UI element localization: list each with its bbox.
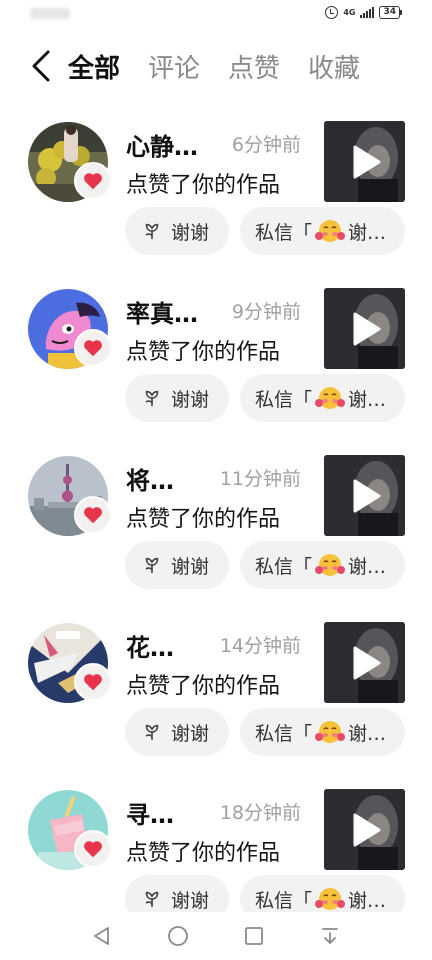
message-prefix: 私信「	[255, 221, 313, 244]
message-suffix: 谢…	[348, 889, 387, 912]
message-suffix: 谢…	[348, 555, 387, 578]
recents-square-icon[interactable]	[242, 924, 266, 948]
action-text: 点赞了你的作品	[126, 340, 281, 365]
status-bar: 4G 34	[0, 0, 432, 28]
blush-emoji-icon	[315, 387, 346, 409]
heart-badge	[74, 162, 112, 200]
heart-icon	[84, 841, 102, 858]
user-name[interactable]: 寻…	[126, 795, 174, 830]
blush-emoji-icon	[315, 721, 346, 743]
avatar[interactable]	[28, 790, 112, 870]
play-icon	[353, 145, 381, 179]
message-prefix: 私信「	[255, 889, 313, 912]
blush-emoji-icon	[315, 888, 346, 910]
video-thumbnail[interactable]	[324, 789, 405, 870]
avatar[interactable]	[28, 122, 112, 202]
list-item[interactable]: 心静… 6分钟前 点赞了你的作品 谢谢 私信「 谢…	[0, 110, 432, 277]
heart-icon	[84, 507, 102, 524]
quick-message-button[interactable]: 私信「 谢…	[240, 708, 405, 756]
system-nav-bar	[0, 912, 432, 960]
alarm-icon	[325, 6, 339, 19]
heart-icon	[84, 340, 102, 357]
avatar[interactable]	[28, 456, 112, 536]
list-item[interactable]: 率真… 9分钟前 点赞了你的作品 谢谢 私信「 谢…	[0, 277, 432, 444]
video-thumbnail[interactable]	[324, 288, 405, 369]
thanks-button[interactable]: 谢谢	[125, 708, 229, 756]
list-item[interactable]: 花… 14分钟前 点赞了你的作品 谢谢 私信「 谢…	[0, 611, 432, 778]
action-text: 点赞了你的作品	[126, 674, 281, 699]
battery-level: 34	[379, 6, 400, 19]
heart-icon	[84, 674, 102, 691]
message-prefix: 私信「	[255, 722, 313, 745]
battery-icon: 34	[379, 6, 402, 19]
action-text: 点赞了你的作品	[126, 841, 281, 866]
play-icon	[353, 646, 381, 680]
video-thumbnail[interactable]	[324, 455, 405, 536]
notification-pull-icon[interactable]	[318, 924, 342, 948]
user-name[interactable]: 花…	[126, 628, 174, 663]
header: 全部 评论 点赞 收藏	[0, 40, 432, 92]
message-prefix: 私信「	[255, 555, 313, 578]
chevron-left-icon[interactable]	[24, 46, 64, 86]
back-triangle-icon[interactable]	[90, 924, 114, 948]
network-label: 4G	[343, 7, 356, 17]
user-name[interactable]: 将…	[126, 461, 174, 496]
action-text: 点赞了你的作品	[126, 507, 281, 532]
quick-message-button[interactable]: 私信「 谢…	[240, 374, 405, 422]
message-prefix: 私信「	[255, 388, 313, 411]
user-name[interactable]: 心静…	[126, 127, 198, 162]
heart-icon	[84, 173, 102, 190]
avatar[interactable]	[28, 289, 112, 369]
list-item[interactable]: 寻… 18分钟前 点赞了你的作品 谢谢 私信「 谢…	[0, 778, 432, 918]
flower-icon	[145, 557, 159, 574]
tab-all[interactable]: 全部	[68, 48, 120, 85]
video-thumbnail[interactable]	[324, 622, 405, 703]
thanks-button[interactable]: 谢谢	[125, 374, 229, 422]
thanks-label: 谢谢	[171, 221, 210, 244]
blush-emoji-icon	[315, 220, 346, 242]
thanks-label: 谢谢	[171, 889, 210, 912]
flower-icon	[145, 223, 159, 240]
tab-comments[interactable]: 评论	[148, 48, 200, 85]
play-icon	[353, 479, 381, 513]
thanks-button[interactable]: 谢谢	[125, 541, 229, 589]
thanks-button[interactable]: 谢谢	[125, 207, 229, 255]
blush-emoji-icon	[315, 554, 346, 576]
heart-badge	[74, 329, 112, 367]
video-thumbnail[interactable]	[324, 121, 405, 202]
notification-feed[interactable]: 心静… 6分钟前 点赞了你的作品 谢谢 私信「 谢… 率真… 9分钟前 点赞了你…	[0, 110, 432, 918]
list-item[interactable]: 将… 11分钟前 点赞了你的作品 谢谢 私信「 谢…	[0, 444, 432, 611]
timestamp: 18分钟前	[219, 802, 301, 824]
message-suffix: 谢…	[348, 722, 387, 745]
tab-bar: 全部 评论 点赞 收藏	[68, 40, 388, 92]
timestamp: 11分钟前	[219, 468, 301, 490]
message-suffix: 谢…	[348, 221, 387, 244]
message-suffix: 谢…	[348, 388, 387, 411]
thanks-label: 谢谢	[171, 722, 210, 745]
flower-icon	[145, 390, 159, 407]
status-time-blurred	[30, 8, 70, 19]
heart-badge	[74, 663, 112, 701]
timestamp: 6分钟前	[231, 134, 301, 156]
play-icon	[353, 312, 381, 346]
timestamp: 9分钟前	[231, 301, 301, 323]
action-text: 点赞了你的作品	[126, 173, 281, 198]
timestamp: 14分钟前	[219, 635, 301, 657]
home-circle-icon[interactable]	[166, 924, 190, 948]
quick-message-button[interactable]: 私信「 谢…	[240, 541, 405, 589]
tab-favorites[interactable]: 收藏	[308, 48, 360, 85]
avatar[interactable]	[28, 623, 112, 703]
quick-message-button[interactable]: 私信「 谢…	[240, 207, 405, 255]
heart-badge	[74, 830, 112, 868]
thanks-label: 谢谢	[171, 555, 210, 578]
tab-likes[interactable]: 点赞	[228, 48, 280, 85]
signal-icon	[360, 7, 375, 18]
heart-badge	[74, 496, 112, 534]
thanks-label: 谢谢	[171, 388, 210, 411]
status-icons: 4G 34	[325, 6, 402, 19]
play-icon	[353, 813, 381, 847]
flower-icon	[145, 724, 159, 741]
user-name[interactable]: 率真…	[126, 294, 198, 329]
flower-icon	[145, 891, 159, 908]
